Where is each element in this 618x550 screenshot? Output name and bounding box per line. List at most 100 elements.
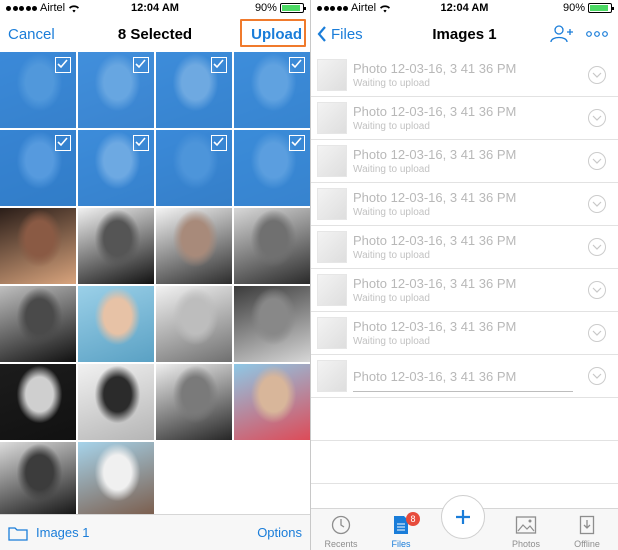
photo-thumbnail[interactable] [0,364,76,440]
item-text: Photo 12-03-16, 3 41 36 PM Waiting to upl… [353,233,516,261]
item-text: Photo 12-03-16, 3 41 36 PM Waiting to upl… [353,319,516,347]
photo-thumbnail[interactable] [234,52,310,128]
chevron-down-icon[interactable] [588,66,606,84]
photo-thumbnail[interactable] [234,364,310,440]
photo-thumbnail[interactable] [0,52,76,128]
photos-icon [515,516,537,534]
item-status: Waiting to upload [353,164,430,175]
list-item[interactable]: Photo 12-03-16, 3 41 36 PM Waiting to upl… [311,226,618,269]
upload-progress-bar [353,391,573,392]
photo-picker-screen: Airtel 12:04 AM 90% Cancel 8 Selected Up… [0,0,310,550]
checkmark-icon [55,57,71,73]
photo-thumbnail[interactable] [234,286,310,362]
carrier-label: Airtel [40,2,66,14]
status-time: 12:04 AM [440,2,489,14]
photo-thumbnail[interactable] [156,208,232,284]
list-item[interactable]: Photo 12-03-16, 3 41 36 PM Waiting to upl… [311,269,618,312]
item-text: Photo 12-03-16, 3 41 36 PM Waiting to upl… [353,147,516,175]
item-status: Waiting to upload [353,207,430,218]
options-button[interactable]: Options [257,525,302,540]
photo-thumbnail[interactable] [156,130,232,206]
photo-thumbnail[interactable] [0,208,76,284]
photo-image [78,442,154,518]
plus-icon [456,510,470,524]
list-item[interactable]: Photo 12-03-16, 3 41 36 PM Waiting to upl… [311,140,618,183]
chevron-down-icon[interactable] [588,109,606,127]
chevron-down-icon[interactable] [588,367,606,385]
status-bar: Airtel 12:04 AM 90% [0,0,310,16]
photo-image [0,364,76,440]
photo-thumbnail[interactable] [156,364,232,440]
tab-label: Photos [511,539,541,549]
upload-list: Photo 12-03-16, 3 41 36 PM Waiting to upl… [311,54,618,484]
photo-thumbnail[interactable] [0,130,76,206]
add-button[interactable] [441,495,485,539]
clock-icon [331,515,351,535]
photo-thumbnail[interactable] [78,442,154,518]
battery-percent: 90% [562,2,585,14]
photo-thumbnail[interactable] [0,286,76,362]
photo-thumbnail[interactable] [156,52,232,128]
empty-row [311,441,618,484]
chevron-down-icon[interactable] [588,195,606,213]
upload-highlight [240,19,306,47]
folder-icon[interactable] [8,525,28,541]
item-title: Photo 12-03-16, 3 41 36 PM [353,233,517,248]
tab-label: Files [391,539,411,549]
more-icon[interactable] [586,31,608,37]
photo-thumbnail[interactable] [78,364,154,440]
photo-thumbnail[interactable] [78,130,154,206]
list-item[interactable]: Photo 12-03-16, 3 41 36 PM Waiting to upl… [311,183,618,226]
tab-offline[interactable]: Offline [557,515,617,549]
photo-thumbnail[interactable] [78,286,154,362]
chevron-left-icon [317,26,326,42]
upload-list-screen: Airtel 12:04 AM 90% Files Images 1 Photo… [310,0,618,550]
item-status: Waiting to upload [353,121,430,132]
signal-icon [317,5,348,11]
item-status: Waiting to upload [353,250,430,261]
photo-thumbnail[interactable] [0,442,76,518]
tab-files[interactable]: 8 Files [371,512,431,549]
back-button[interactable]: Files [317,26,363,43]
battery-icon [279,3,306,13]
photo-grid [0,52,310,518]
add-user-icon[interactable] [550,25,574,43]
photo-thumbnail[interactable] [234,208,310,284]
wifi-icon [69,4,80,12]
chevron-down-icon[interactable] [588,152,606,170]
photo-thumbnail[interactable] [234,130,310,206]
list-item[interactable]: Photo 12-03-16, 3 41 36 PM Waiting to upl… [311,54,618,97]
checkmark-icon [133,57,149,73]
back-label: Files [331,25,363,43]
carrier-label: Airtel [351,2,377,14]
file-thumbnail [317,188,347,220]
photo-thumbnail[interactable] [156,286,232,362]
file-thumbnail [317,231,347,263]
photo-thumbnail[interactable] [78,52,154,128]
item-title: Photo 12-03-16, 3 41 36 PM [353,147,517,162]
tab-recents[interactable]: Recents [311,515,371,549]
photo-image [78,286,154,362]
list-item[interactable]: Photo 12-03-16, 3 41 36 PM Waiting to upl… [311,312,618,355]
file-thumbnail [317,59,347,91]
item-text: Photo 12-03-16, 3 41 36 PM Waiting to upl… [353,104,516,132]
files-badge: 8 [406,512,420,526]
chevron-down-icon[interactable] [588,281,606,299]
folder-name[interactable]: Images 1 [36,525,89,540]
list-item[interactable]: Photo 12-03-16, 3 41 36 PM [311,355,618,398]
cancel-button[interactable]: Cancel [8,26,55,43]
checkmark-icon [289,135,305,151]
offline-icon [579,515,595,535]
photo-image [156,364,232,440]
photo-image [0,442,76,518]
checkmark-icon [211,135,227,151]
chevron-down-icon[interactable] [588,238,606,256]
photo-thumbnail[interactable] [78,208,154,284]
chevron-down-icon[interactable] [588,324,606,342]
tab-label: Offline [574,539,600,549]
tab-photos[interactable]: Photos [496,515,556,549]
battery-percent: 90% [254,2,277,14]
tab-bar: Recents 8 Files Photos Offline [311,495,618,550]
wifi-icon [380,4,391,12]
list-item[interactable]: Photo 12-03-16, 3 41 36 PM Waiting to upl… [311,97,618,140]
